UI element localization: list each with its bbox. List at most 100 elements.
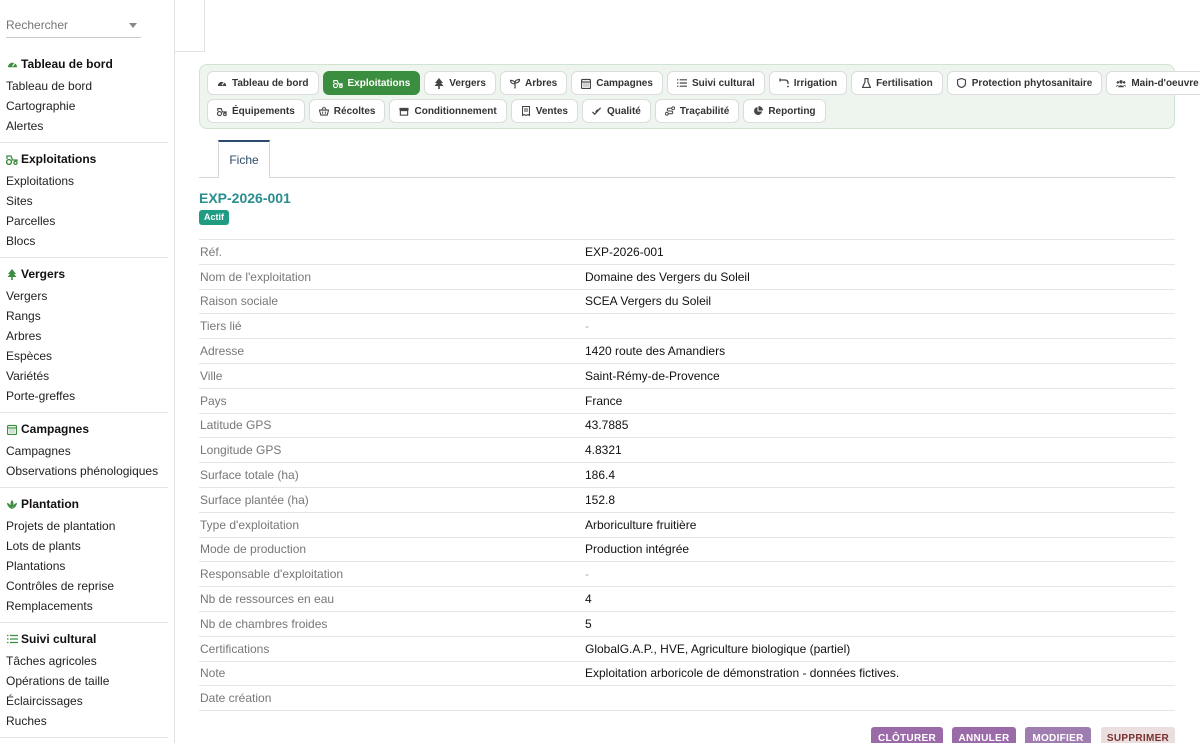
tractor-icon (332, 78, 343, 88)
sidebar-item[interactable]: Tableau de bord (0, 76, 168, 96)
module-pill[interactable]: Campagnes (571, 71, 663, 95)
table-row: Mode de production Production intégrée (199, 536, 1175, 562)
sidebar-item[interactable]: Cartographie (0, 96, 168, 116)
dashboard-icon (6, 58, 18, 70)
sidebar-item[interactable]: Campagnes (0, 441, 168, 461)
sidebar-item[interactable]: Espèces (0, 346, 168, 366)
sidebar-section-title[interactable]: Vergers (0, 266, 168, 282)
sidebar-item[interactable]: Observations phénologiques (0, 461, 168, 481)
sidebar-item[interactable]: Lots de plants (0, 536, 168, 556)
sidebar-item[interactable]: Variétés (0, 366, 168, 386)
sidebar-section-label: Vergers (21, 267, 66, 281)
module-pill[interactable]: Main-d'oeuvre (1106, 71, 1200, 95)
module-pill-label: Fertilisation (876, 77, 933, 89)
sidebar-item[interactable]: Contrôles de reprise (0, 576, 168, 596)
flask-icon (861, 78, 871, 88)
tractor-icon (217, 106, 227, 116)
plant-icon (6, 498, 18, 510)
field-value: 43.7885 (585, 412, 1175, 438)
sidebar-item[interactable]: Vergers (0, 286, 168, 306)
field-label: Réf. (199, 239, 585, 265)
table-row: Raison sociale SCEA Vergers du Soleil (199, 288, 1175, 314)
module-pill[interactable]: Ventes (510, 99, 578, 123)
module-pill[interactable]: Exploitations (322, 71, 421, 95)
module-pill-label: Équipements (232, 105, 295, 117)
table-row: Responsable d'exploitation - (199, 561, 1175, 587)
sidebar-section-title[interactable]: Tableau de bord (0, 56, 168, 72)
field-value: Arboriculture fruitière (585, 511, 1175, 538)
field-label: Mode de production (199, 536, 585, 562)
search-input[interactable] (6, 18, 126, 32)
module-pill-label: Traçabilité (679, 105, 730, 117)
route-icon (664, 106, 675, 116)
check-double-icon (591, 106, 602, 116)
sidebar-item[interactable]: Arbres (0, 326, 168, 346)
sidebar-item[interactable]: Rangs (0, 306, 168, 326)
delete-button[interactable]: SUPPRIMER (1101, 727, 1175, 743)
sidebar-section-title[interactable]: Campagnes (0, 421, 168, 437)
sidebar-item[interactable]: Parcelles (0, 211, 168, 231)
module-pill-label: Reporting (768, 105, 816, 117)
sidebar-section-title[interactable]: Suivi cultural (0, 631, 168, 647)
module-pill[interactable]: Irrigation (768, 71, 848, 95)
field-label: Ville (199, 362, 585, 389)
field-label: Date création (199, 685, 585, 712)
module-pill[interactable]: Arbres (500, 71, 568, 95)
module-nav: Tableau de bord Exploitations Vergers Arbre… (199, 64, 1200, 129)
tab-fiche[interactable]: Fiche (218, 140, 270, 178)
edit-button[interactable]: MODIFIER (1025, 727, 1091, 743)
sidebar-section-title[interactable]: Plantation (0, 496, 168, 512)
sidebar-item[interactable]: Sites (0, 191, 168, 211)
module-pill[interactable]: Traçabilité (654, 99, 740, 123)
sidebar-item[interactable]: Éclaircissages (0, 691, 168, 711)
module-pill[interactable]: Conditionnement (389, 99, 507, 123)
table-row: Tiers lié - (199, 313, 1175, 339)
module-pill[interactable]: Suivi cultural (666, 71, 765, 95)
chevron-down-icon[interactable] (129, 23, 137, 28)
sidebar-section: Plantation Projets de plantation Lots de p… (0, 488, 168, 623)
field-value (585, 685, 1175, 712)
field-label: Surface totale (ha) (199, 462, 585, 488)
module-pill[interactable]: Fertilisation (851, 71, 943, 95)
field-value: - (585, 313, 1175, 339)
sidebar-section: Vergers Vergers Rangs Arbres Espèces Variétés… (0, 258, 168, 413)
close-button[interactable]: CLÔTURER (871, 727, 943, 743)
sidebar-item[interactable]: Exploitations (0, 171, 168, 191)
box-icon (399, 106, 410, 116)
sidebar-item[interactable]: Projets de plantation (0, 516, 168, 536)
table-row: Longitude GPS 4.8321 (199, 437, 1175, 463)
field-value: - (585, 561, 1175, 587)
table-row: Ville Saint-Rémy-de-Provence (199, 362, 1175, 389)
module-pill[interactable]: Récoltes (308, 99, 386, 123)
sidebar-sections: Tableau de bord Tableau de bord Cartograph… (0, 48, 174, 738)
field-value: Saint-Rémy-de-Provence (585, 362, 1175, 389)
field-value: Production intégrée (585, 536, 1175, 562)
tractor-icon (6, 153, 18, 165)
sidebar-section-title[interactable]: Exploitations (0, 151, 168, 167)
sidebar-item[interactable]: Alertes (0, 116, 168, 136)
sidebar-section-label: Campagnes (21, 422, 90, 436)
cancel-button[interactable]: ANNULER (952, 727, 1016, 743)
sidebar-item[interactable]: Opérations de taille (0, 671, 168, 691)
module-pill[interactable]: Protection phytosanitaire (946, 71, 1103, 95)
sidebar-item[interactable]: Blocs (0, 231, 168, 251)
module-pill[interactable]: Tableau de bord (207, 71, 319, 95)
search-box[interactable] (6, 18, 141, 38)
calendar-icon (6, 423, 18, 435)
sidebar-item[interactable]: Remplacements (0, 596, 168, 616)
tree-icon (6, 268, 18, 280)
module-pill-label: Ventes (535, 105, 568, 117)
table-row: Type d'exploitation Arboriculture fruitiè… (199, 511, 1175, 538)
list-icon (676, 78, 687, 88)
receipt-icon (521, 106, 531, 116)
module-pill[interactable]: Vergers (424, 71, 496, 95)
sidebar-item[interactable]: Plantations (0, 556, 168, 576)
list-icon (6, 633, 18, 645)
sidebar: Tableau de bordTableau de bordCartograph… (0, 0, 175, 743)
module-pill[interactable]: Équipements (207, 99, 305, 123)
sidebar-item[interactable]: Tâches agricoles (0, 651, 168, 671)
module-pill[interactable]: Qualité (581, 99, 651, 123)
module-pill-label: Récoltes (333, 105, 376, 117)
sidebar-item[interactable]: Porte-greffes (0, 386, 168, 406)
module-pill[interactable]: Reporting (743, 99, 826, 123)
